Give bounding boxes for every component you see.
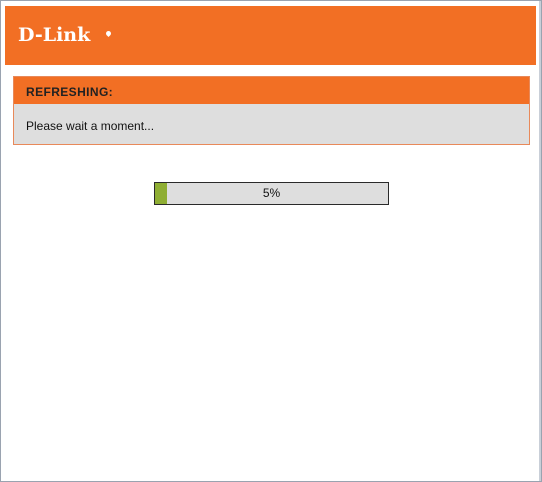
browser-window: D-Link REFRESHING: Please wait a moment.… <box>0 0 542 482</box>
status-panel-message: Please wait a moment... <box>26 119 155 133</box>
status-panel-title-bar: REFRESHING: <box>14 77 529 104</box>
logo-mark-icon <box>104 29 113 38</box>
dlink-logo: D-Link <box>18 24 91 46</box>
window-right-edge <box>539 1 541 481</box>
progress-bar: 5% <box>154 182 389 205</box>
header-bar: D-Link <box>5 6 536 65</box>
status-panel-title: REFRESHING: <box>26 85 114 99</box>
progress-bar-label: 5% <box>262 186 281 200</box>
status-panel: REFRESHING: Please wait a moment... <box>13 76 530 145</box>
